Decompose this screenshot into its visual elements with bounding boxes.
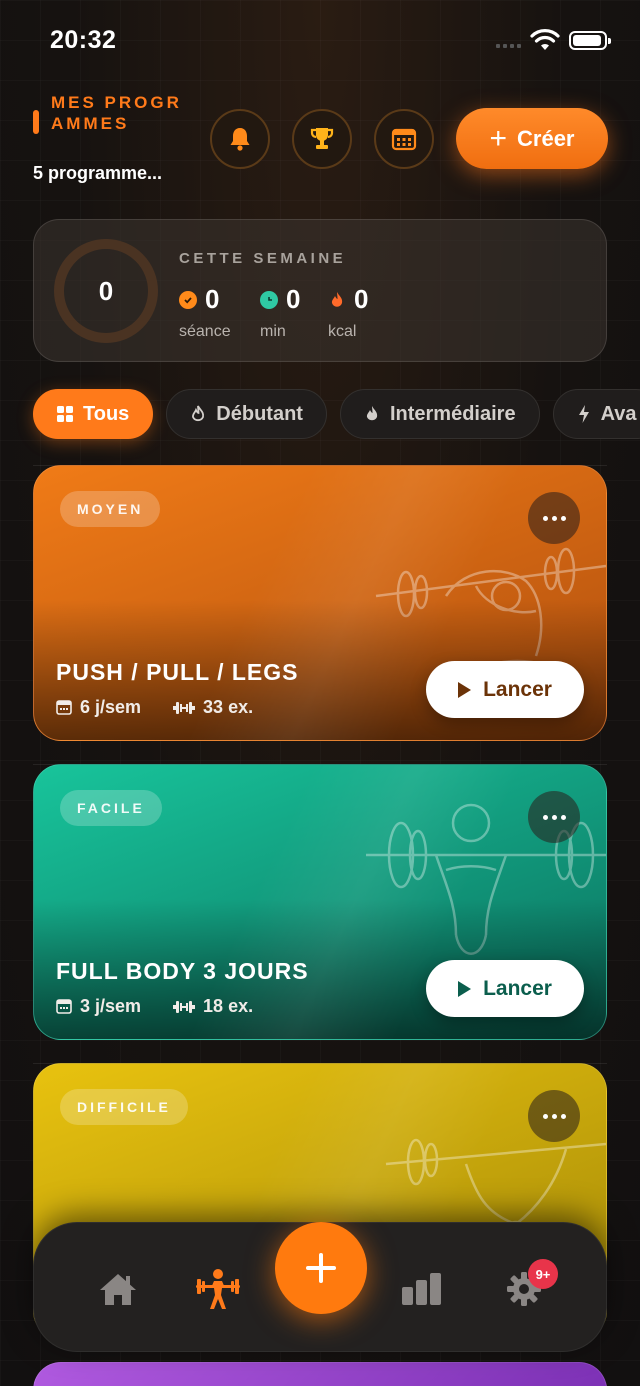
bottom-tab-bar: 9+ [33, 1222, 607, 1352]
difficulty-badge: DIFFICILE [60, 1089, 188, 1125]
stat-value: 0 [286, 284, 301, 314]
filter-label: Intermédiaire [389, 402, 516, 425]
difficulty-badge: MOYEN [60, 491, 161, 527]
more-options-button[interactable] [528, 492, 580, 544]
create-program-button[interactable]: + Créer [456, 108, 608, 169]
launch-button[interactable]: Lancer [426, 960, 584, 1017]
dumbbell-icon [173, 701, 196, 714]
filter-intermediate[interactable]: Intermédiaire [339, 389, 540, 439]
filter-beginner[interactable]: Débutant [166, 389, 327, 439]
filter-all[interactable]: Tous [33, 389, 154, 439]
wifi-icon [530, 29, 560, 50]
more-options-button[interactable] [528, 1090, 580, 1142]
filter-label: Tous [83, 402, 130, 425]
difficulty-badge: FACILE [60, 790, 162, 826]
stat-sessions: 0 séance [179, 284, 231, 341]
calendar-icon [56, 700, 72, 715]
program-card[interactable]: MOYEN PUSH / PULL / LEGS 6 j/sem 33 ex. … [33, 465, 607, 741]
program-days: 3 j/sem [80, 996, 142, 1016]
launch-label: Lancer [483, 976, 552, 1000]
flame-icon [366, 406, 378, 421]
program-exercises: 33 ex. [203, 697, 254, 717]
tab-workouts[interactable] [194, 1265, 242, 1313]
bell-icon [230, 128, 250, 151]
play-icon [458, 681, 472, 698]
check-icon [179, 290, 197, 309]
play-icon [458, 980, 472, 997]
trophy-icon [310, 128, 334, 149]
status-time: 20:32 [50, 26, 117, 54]
program-name: PUSH / PULL / LEGS [56, 659, 299, 685]
add-workout-button[interactable] [275, 1222, 367, 1314]
program-name: FULL BODY 3 JOURS [56, 958, 309, 984]
screen: 20:32 MES PROGRAMMES 5 programme... + Cr… [0, 0, 640, 1386]
tab-home[interactable] [94, 1265, 142, 1313]
week-label: CETTE SEMAINE [179, 250, 347, 267]
stat-unit: séance [179, 323, 231, 340]
home-icon [100, 1274, 136, 1305]
page-title: MES PROGRAMMES [51, 93, 182, 133]
program-days: 6 j/sem [80, 697, 142, 717]
launch-button[interactable]: Lancer [426, 661, 584, 718]
achievements-button[interactable] [292, 109, 352, 169]
stats-icon [402, 1273, 441, 1305]
filter-label: Ava [600, 402, 637, 425]
flame-outline-icon [192, 405, 205, 422]
weekly-progress-ring: 0 [54, 239, 158, 343]
program-meta: 3 j/sem 18 ex. [56, 996, 253, 1017]
flame-icon [328, 291, 346, 309]
plus-icon [306, 1253, 336, 1283]
bolt-icon [578, 405, 589, 423]
ring-value: 0 [98, 275, 114, 306]
grid-icon [57, 406, 73, 422]
notifications-button[interactable] [210, 109, 270, 169]
program-meta: 6 j/sem 33 ex. [56, 697, 253, 718]
program-exercises: 18 ex. [203, 996, 254, 1016]
launch-label: Lancer [483, 677, 552, 701]
header-accent-bar [33, 110, 39, 134]
notification-badge: 9+ [528, 1259, 558, 1289]
week-summary-card: 0 CETTE SEMAINE 0 séance 0 min 0 kcal [33, 219, 607, 362]
plus-icon: + [489, 121, 508, 155]
stat-unit: min [260, 323, 286, 340]
signal-icon [496, 44, 521, 48]
difficulty-filters: Tous Débutant Intermédiaire Ava [33, 389, 640, 439]
clock-icon [260, 290, 278, 309]
stat-calories: 0 kcal [328, 284, 368, 341]
programs-count: 5 programme... [33, 163, 163, 183]
filter-label: Débutant [216, 402, 303, 425]
stat-value: 0 [354, 284, 369, 314]
battery-icon [569, 31, 611, 50]
more-options-button[interactable] [528, 791, 580, 843]
program-card-peek[interactable] [33, 1362, 607, 1386]
create-label: Créer [517, 125, 575, 151]
calendar-button[interactable] [374, 109, 434, 169]
filter-advanced[interactable]: Ava [552, 389, 640, 439]
stat-value: 0 [205, 284, 220, 314]
calendar-icon [56, 999, 72, 1014]
dumbbell-icon [173, 1000, 196, 1013]
stat-minutes: 0 min [260, 284, 300, 341]
weightlifter-icon [196, 1269, 240, 1309]
calendar-icon [391, 128, 417, 151]
stat-unit: kcal [328, 323, 357, 340]
status-bar: 20:32 [0, 0, 640, 84]
program-card[interactable]: FACILE FULL BODY 3 JOURS 3 j/sem 18 ex. … [33, 764, 607, 1040]
tab-stats[interactable] [398, 1265, 446, 1313]
